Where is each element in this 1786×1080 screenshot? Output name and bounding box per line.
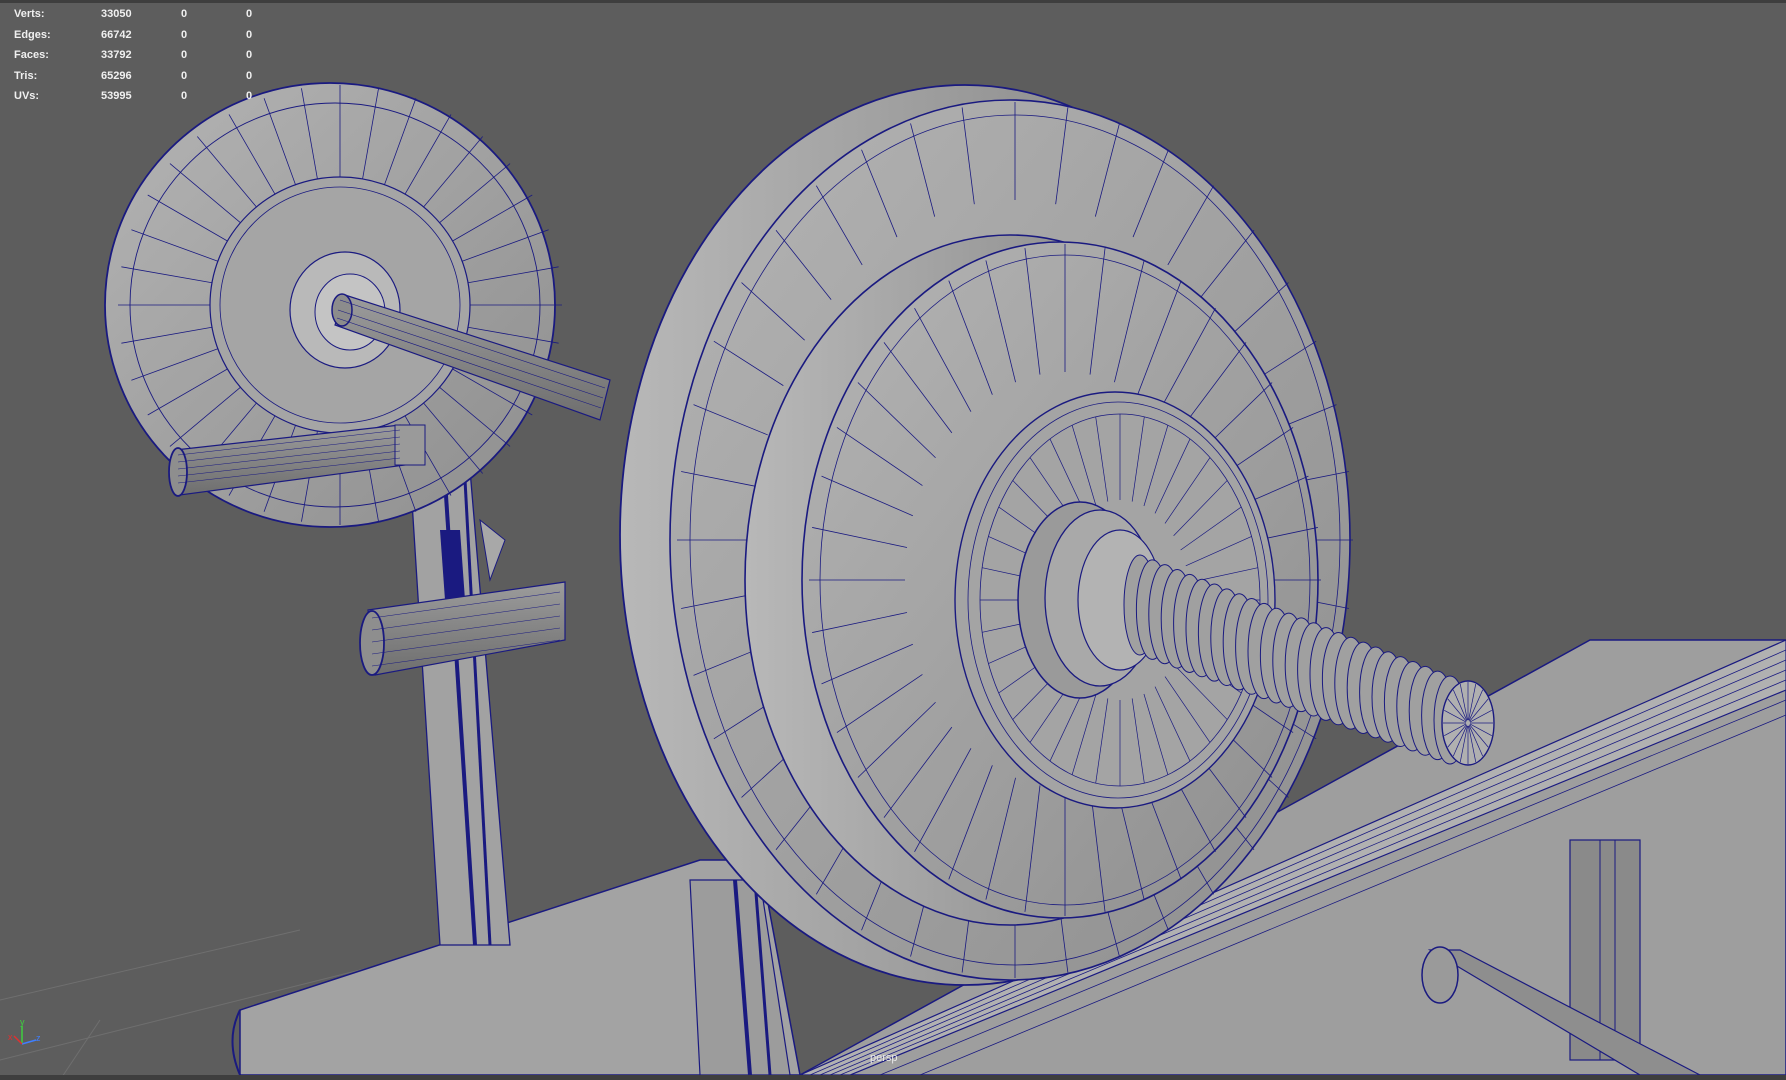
hud-row-uvs: UVs: 53995 0 0: [14, 86, 266, 107]
hud-value: 33792: [101, 49, 132, 61]
hud-value: 66742: [101, 28, 132, 41]
hud-value: 65296: [101, 69, 132, 82]
hud-label: Verts:: [14, 8, 45, 20]
hud-value: 0: [246, 90, 253, 102]
poly-count-hud: Verts: 33050 0 0 Edges: 66742 0 0 Faces:…: [14, 4, 266, 107]
hud-value: 0: [246, 8, 253, 20]
3d-viewport[interactable]: y z x Verts: 33050 0 0 Edges: 66742 0 0 …: [0, 0, 1786, 1080]
hud-value: 0: [181, 8, 188, 20]
hud-value: 0: [181, 69, 188, 82]
hud-row-edges: Edges: 66742 0 0: [14, 25, 266, 46]
hud-value: 0: [181, 90, 188, 102]
hud-label: UVs:: [14, 90, 40, 102]
viewport-bottom-border: [0, 1075, 1786, 1080]
hud-label: Edges:: [14, 28, 51, 41]
hud-value: 0: [181, 28, 188, 41]
hud-value: 0: [246, 28, 253, 41]
hud-label: Faces:: [14, 49, 49, 61]
hud-value: 0: [246, 49, 253, 61]
hud-row-verts: Verts: 33050 0 0: [14, 4, 266, 25]
wireframe-scene[interactable]: y z x: [0, 0, 1786, 1080]
axis-gizmo: y z x: [8, 1017, 41, 1045]
hud-value: 53995: [101, 90, 132, 102]
hud-row-faces: Faces: 33792 0 0: [14, 45, 266, 66]
hud-value: 33050: [101, 8, 132, 20]
camera-name-label: persp: [870, 1052, 898, 1064]
rack-pegs: [168, 424, 566, 676]
axis-x-label: x: [8, 1032, 13, 1042]
axis-z-label: z: [36, 1033, 41, 1043]
hud-label: Tris:: [14, 69, 38, 82]
hud-value: 0: [246, 69, 253, 82]
axis-y-label: y: [20, 1017, 25, 1027]
hud-row-tris: Tris: 65296 0 0: [14, 66, 266, 87]
hud-value: 0: [181, 49, 188, 61]
